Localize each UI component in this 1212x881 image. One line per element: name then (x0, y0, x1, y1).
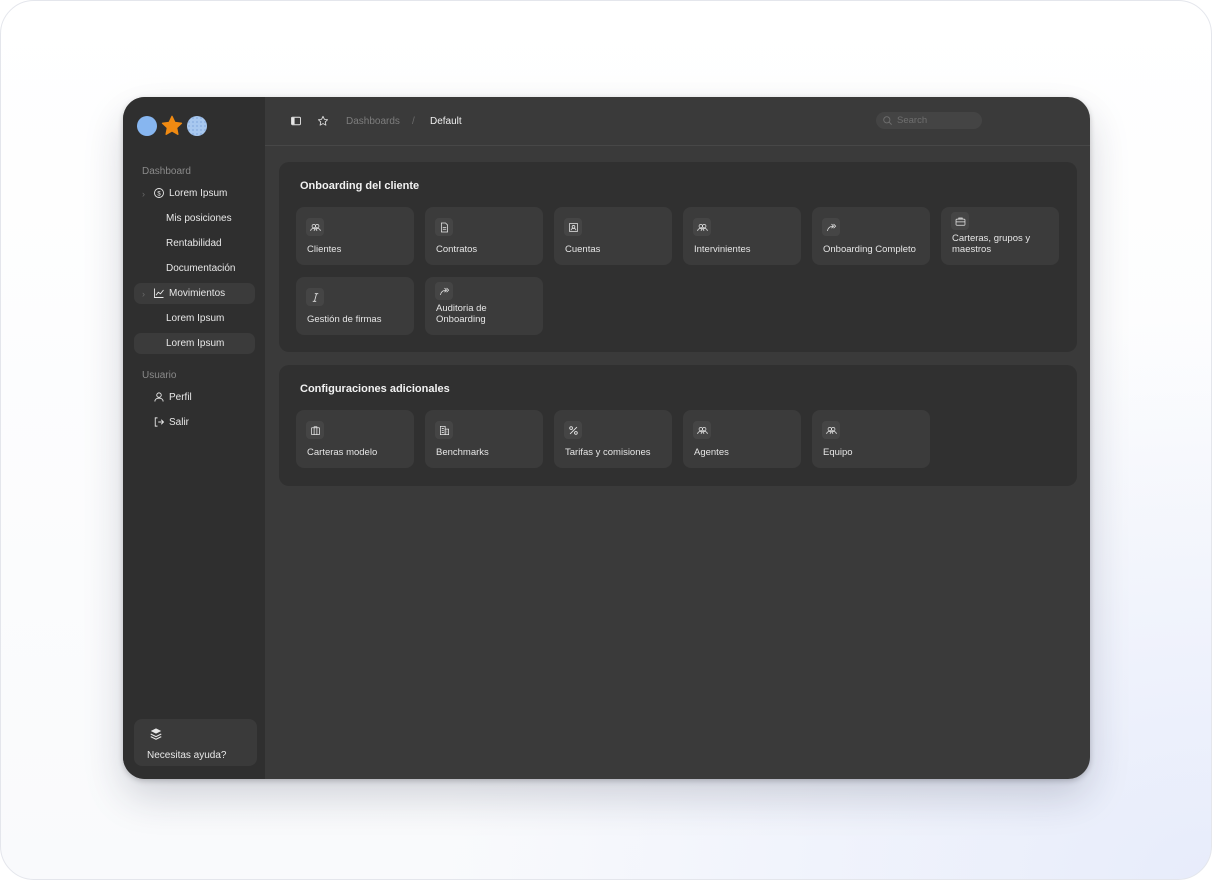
tile-label: Auditoria de Onboarding (436, 303, 487, 325)
account-icon (564, 218, 582, 236)
tile-label: Gestión de firmas (307, 314, 382, 325)
tile-equipo[interactable]: Equipo (812, 410, 930, 468)
sidebar-item-label: Mis posiciones (166, 213, 232, 224)
tile-contratos[interactable]: Contratos (425, 207, 543, 265)
tile-label: Carteras, grupos y maestros (952, 233, 1031, 255)
percent-icon (564, 421, 582, 439)
sidebar-item-label: Lorem Ipsum (166, 338, 225, 349)
chevron-right-icon: › (142, 288, 145, 299)
section-label-usuario: Usuario (142, 370, 177, 381)
arrow-forward-icon (822, 218, 840, 236)
section-onboarding: Onboarding del cliente Clientes Contrato… (279, 162, 1077, 352)
sidebar-item-mis-posiciones[interactable]: Mis posiciones (134, 208, 255, 229)
sidebar-item-lorem-ipsum-3[interactable]: Lorem Ipsum (134, 333, 255, 354)
logo-dots-icon (187, 116, 207, 136)
breadcrumb-separator: / (412, 116, 415, 127)
tile-label: Agentes (694, 447, 729, 458)
section-title: Configuraciones adicionales (300, 383, 450, 395)
sidebar-item-label: Salir (169, 417, 190, 428)
sidebar-item-perfil[interactable]: Perfil (134, 387, 255, 408)
breadcrumb-dashboards[interactable]: Dashboards (346, 116, 400, 127)
tile-agentes[interactable]: Agentes (683, 410, 801, 468)
logo-circle-icon (137, 116, 157, 136)
portfolio-icon (306, 421, 324, 439)
sidebar-item-rentabilidad[interactable]: Rentabilidad (134, 233, 255, 254)
arrow-forward-icon (435, 282, 453, 300)
tile-label: Onboarding Completo (823, 244, 916, 255)
sidebar: Dashboard › $ Lorem Ipsum Mis posiciones… (123, 97, 265, 779)
logo (137, 115, 207, 137)
star-icon[interactable] (317, 115, 329, 127)
sidebar-item-label: Perfil (169, 392, 192, 403)
tile-label: Carteras modelo (307, 447, 378, 458)
users-icon (822, 421, 840, 439)
search-placeholder: Search (897, 115, 928, 126)
tile-label: Tarifas y comisiones (565, 447, 651, 458)
logo-star-icon (161, 115, 183, 135)
users-icon (693, 421, 711, 439)
sidebar-item-label: Lorem Ipsum (166, 313, 225, 324)
tile-gestion-firmas[interactable]: Gestión de firmas (296, 277, 414, 335)
tile-auditoria-onboarding[interactable]: Auditoria de Onboarding (425, 277, 543, 335)
logout-icon (154, 417, 165, 427)
sidebar-item-documentacion[interactable]: Documentación (134, 258, 255, 279)
sidebar-item-label: Movimientos (169, 288, 226, 299)
tile-label: Benchmarks (436, 447, 489, 458)
app-window: Dashboard › $ Lorem Ipsum Mis posiciones… (123, 97, 1090, 779)
chart-line-icon (154, 288, 164, 298)
building-icon (435, 421, 453, 439)
topbar: Dashboards / Default Search (265, 97, 1090, 146)
tile-label: Equipo (823, 447, 853, 458)
tile-label: Clientes (307, 244, 342, 255)
tile-carteras-grupos[interactable]: Carteras, grupos y maestros (941, 207, 1059, 265)
tile-clientes[interactable]: Clientes (296, 207, 414, 265)
layers-icon (150, 728, 162, 740)
tile-intervinientes[interactable]: Intervinientes (683, 207, 801, 265)
help-card[interactable]: Necesitas ayuda? (134, 719, 257, 766)
breadcrumb-default: Default (430, 116, 462, 127)
sidebar-item-label: Documentación (166, 263, 236, 274)
tile-tarifas-comisiones[interactable]: Tarifas y comisiones (554, 410, 672, 468)
help-label: Necesitas ayuda? (147, 750, 227, 761)
dollar-circle-icon: $ (154, 188, 164, 198)
document-icon (435, 218, 453, 236)
background-frame: Dashboard › $ Lorem Ipsum Mis posiciones… (0, 0, 1212, 880)
tile-label: Cuentas (565, 244, 601, 255)
sidebar-item-lorem-ipsum[interactable]: › $ Lorem Ipsum (134, 183, 255, 204)
section-label-dashboard: Dashboard (142, 166, 191, 177)
users-icon (306, 218, 324, 236)
tile-benchmarks[interactable]: Benchmarks (425, 410, 543, 468)
user-icon (154, 392, 164, 402)
sidebar-toggle-icon[interactable] (290, 115, 302, 127)
sidebar-item-label: Rentabilidad (166, 238, 222, 249)
section-title: Onboarding del cliente (300, 180, 420, 192)
tile-carteras-modelo[interactable]: Carteras modelo (296, 410, 414, 468)
section-configuraciones: Configuraciones adicionales Carteras mod… (279, 365, 1077, 486)
sidebar-item-lorem-ipsum-2[interactable]: Lorem Ipsum (134, 308, 255, 329)
search-input[interactable]: Search (876, 112, 982, 129)
sidebar-item-movimientos[interactable]: › Movimientos (134, 283, 255, 304)
italic-icon (306, 288, 324, 306)
sidebar-item-label: Lorem Ipsum (169, 188, 228, 199)
sidebar-item-salir[interactable]: Salir (134, 412, 255, 433)
tile-label: Intervinientes (694, 244, 751, 255)
tile-cuentas[interactable]: Cuentas (554, 207, 672, 265)
briefcase-icon (951, 212, 969, 230)
search-icon (883, 116, 892, 125)
tile-onboarding-completo[interactable]: Onboarding Completo (812, 207, 930, 265)
chevron-right-icon: › (142, 188, 145, 199)
tile-label: Contratos (436, 244, 478, 255)
users-icon (693, 218, 711, 236)
svg-text:$: $ (157, 191, 161, 197)
